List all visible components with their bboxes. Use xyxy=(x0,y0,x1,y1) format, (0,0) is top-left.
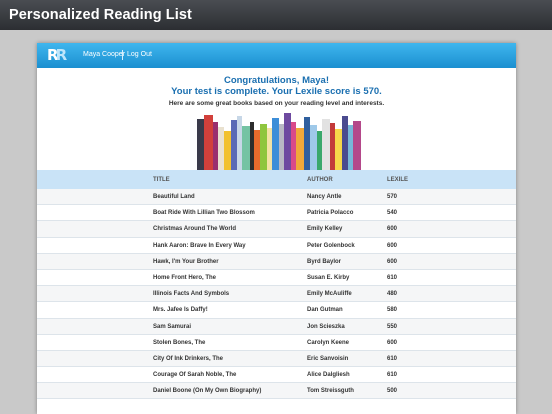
book-lexile: 570 xyxy=(387,194,398,200)
table-row[interactable]: City Of Ink Drinkers, The Eric Sanvoisin 6… xyxy=(37,350,516,368)
book-author: Patricia Polacco xyxy=(307,210,354,217)
book-lexile: 580 xyxy=(387,307,398,314)
book-author: Emily Kelley xyxy=(307,226,343,233)
book-author: Byrd Baylor xyxy=(307,258,342,265)
book-author: Alice Dalgliesh xyxy=(307,372,350,379)
column-header-lexile[interactable]: LEXILE xyxy=(387,177,408,183)
score-line: Your test is complete. Your Lexile score… xyxy=(171,86,382,97)
book-lexile: 540 xyxy=(387,210,398,217)
book-author: Dan Gutman xyxy=(307,307,343,314)
book-title: Daniel Boone (On My Own Biography) xyxy=(153,388,262,395)
app-frame: RR Maya Cooper Log Out Congratulations, … xyxy=(37,43,516,414)
book-title: Illinois Facts And Symbols xyxy=(153,291,230,298)
book-lexile: 600 xyxy=(387,242,398,249)
book-title: Sam Samurai xyxy=(153,323,192,330)
congrats-line: Congratulations, Maya! xyxy=(223,75,330,86)
book-author: Emily McAuliffe xyxy=(307,291,352,298)
table-row[interactable]: Stolen Bones, The Carolyn Keene 600 xyxy=(37,334,516,351)
bookshelf-illustration xyxy=(197,113,361,170)
logout-link[interactable]: Log Out xyxy=(127,51,152,58)
congrats-heading: Congratulations, Maya! Your test is comp… xyxy=(37,75,516,97)
book-author: Susan E. Kirby xyxy=(307,274,350,281)
book-spines xyxy=(197,113,361,170)
table-row[interactable]: Christmas Around The World Emily Kelley 60… xyxy=(37,221,516,238)
table-row[interactable]: Sam Samurai Jon Scieszka 550 xyxy=(37,318,516,335)
table-row[interactable]: Hawk, I'm Your Brother Byrd Baylor 600 xyxy=(37,253,516,270)
book-lexile: 600 xyxy=(387,258,398,265)
book-lexile: 480 xyxy=(387,291,398,298)
app-bar: RR Maya Cooper Log Out xyxy=(37,43,516,68)
book-author: Jon Scieszka xyxy=(307,323,345,330)
page-title: Personalized Reading List xyxy=(0,0,552,30)
table-row[interactable]: Hank Aaron: Brave In Every Way Peter Gole… xyxy=(37,237,516,254)
book-lexile: 600 xyxy=(387,339,398,346)
nav-divider xyxy=(122,50,123,60)
user-name: Maya Cooper xyxy=(83,51,126,58)
column-header-author[interactable]: AUTHOR xyxy=(307,177,333,183)
book-title: Boat Ride With Lillian Two Blossom xyxy=(153,210,255,217)
table-row[interactable]: Courage Of Sarah Noble, The Alice Dalglie… xyxy=(37,367,516,384)
table-row[interactable]: Mrs. Jafee Is Daffy! Dan Gutman 580 xyxy=(37,302,516,319)
book-title: Mrs. Jafee Is Daffy! xyxy=(153,307,208,314)
book-author: Peter Golenbock xyxy=(307,242,355,249)
table-row[interactable]: Daniel Boone (On My Own Biography) Tom St… xyxy=(37,383,516,400)
book-author: Tom Streissguth xyxy=(307,388,354,395)
book-author: Carolyn Keene xyxy=(307,339,350,346)
book-title: Hawk, I'm Your Brother xyxy=(153,258,219,265)
logo-icon[interactable]: RR xyxy=(47,47,69,64)
book-author: Nancy Antle xyxy=(307,194,342,200)
book-title: Home Front Hero, The xyxy=(153,274,217,281)
book-lexile: 610 xyxy=(387,372,398,379)
table-row[interactable]: Home Front Hero, The Susan E. Kirby 610 xyxy=(37,269,516,287)
book-title: Hank Aaron: Brave In Every Way xyxy=(153,242,246,249)
table-row[interactable]: Boat Ride With Lillian Two Blossom Patric… xyxy=(37,205,516,222)
column-header-title[interactable]: TITLE xyxy=(153,177,170,183)
book-title: Beautiful Land xyxy=(153,194,195,200)
book-title: Courage Of Sarah Noble, The xyxy=(153,372,237,379)
book-lexile: 610 xyxy=(387,274,398,281)
book-title: City Of Ink Drinkers, The xyxy=(153,355,224,362)
book-lexile: 550 xyxy=(387,323,398,330)
recommendation-subline: Here are some great books based on your … xyxy=(168,100,385,107)
table-row[interactable]: Beautiful Land Nancy Antle 570 xyxy=(37,189,516,206)
book-author: Eric Sanvoisin xyxy=(307,355,349,362)
book-title: Christmas Around The World xyxy=(153,226,237,233)
book-title: Stolen Bones, The xyxy=(153,339,206,346)
table-row[interactable]: Illinois Facts And Symbols Emily McAuliff… xyxy=(37,286,516,303)
book-lexile: 500 xyxy=(387,388,398,395)
table-header: TITLE AUTHOR LEXILE xyxy=(37,170,516,189)
book-lexile: 610 xyxy=(387,355,398,362)
book-list: Beautiful Land Nancy Antle 570 Boat Ride W… xyxy=(37,189,516,400)
book-lexile: 600 xyxy=(387,226,398,233)
